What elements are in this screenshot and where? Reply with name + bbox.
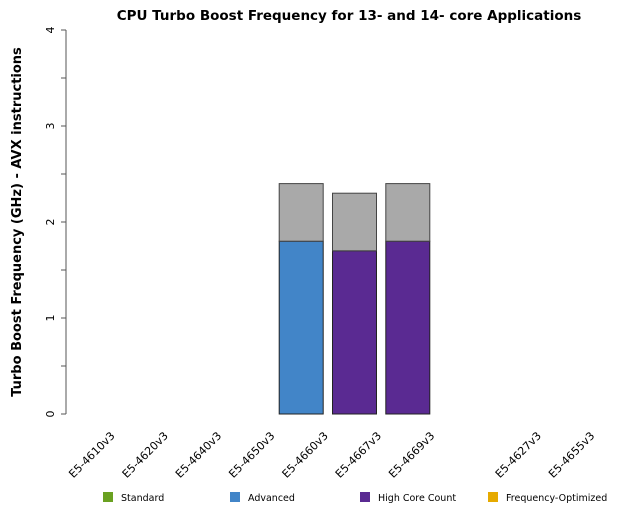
x-tick-label: E5-4655v3 — [546, 429, 597, 480]
x-tick-label: E5-4610v3 — [66, 429, 117, 480]
y-axis: 0 1 2 3 4 — [44, 27, 67, 418]
bar-turbo-E5-4660v3 — [278, 183, 324, 242]
x-tick-label: E5-4640v3 — [173, 429, 224, 480]
legend-swatch — [488, 492, 498, 502]
x-tick-label: E5-4650v3 — [226, 429, 277, 480]
y-tick-label: 0 — [44, 411, 57, 418]
legend-swatch — [103, 492, 113, 502]
legend-label: Standard — [121, 493, 164, 504]
bar-turbo-E5-4669v3 — [385, 183, 431, 242]
y-tick-label: 4 — [44, 27, 57, 34]
x-tick-label: E5-4667v3 — [333, 429, 384, 480]
chart: CPU Turbo Boost Frequency for 13- and 14… — [10, 8, 607, 504]
legend-label: Advanced — [248, 493, 295, 504]
legend-label: High Core Count — [378, 493, 456, 504]
x-tick-label: E5-4620v3 — [120, 429, 171, 480]
legend: Standard Advanced High Core Count Frequency… — [103, 492, 607, 504]
bar-base-E5-4660v3 — [278, 240, 324, 415]
bar-base-E5-4669v3 — [385, 240, 431, 415]
bar-turbo-E5-4667v3 — [332, 192, 377, 252]
x-axis-labels: E5-4610v3 E5-4620v3 E5-4640v3 E5-4650v3 E5-4… — [66, 429, 597, 480]
legend-swatch — [360, 492, 370, 502]
y-tick-label: 1 — [44, 315, 57, 322]
y-axis-label: Turbo Boost Frequency (GHz) - AVX instru… — [10, 47, 25, 397]
bar-base-E5-4667v3 — [332, 250, 377, 415]
chart-title: CPU Turbo Boost Frequency for 13- and 14… — [117, 8, 582, 24]
x-tick-label: E5-4660v3 — [280, 429, 331, 480]
legend-swatch — [230, 492, 240, 502]
x-tick-label: E5-4669v3 — [386, 429, 437, 480]
y-tick-label: 2 — [44, 219, 57, 226]
legend-label: Frequency-Optimized — [506, 493, 607, 504]
y-tick-label: 3 — [44, 123, 57, 130]
bars — [278, 183, 431, 415]
x-tick-label: E5-4627v3 — [493, 429, 544, 480]
